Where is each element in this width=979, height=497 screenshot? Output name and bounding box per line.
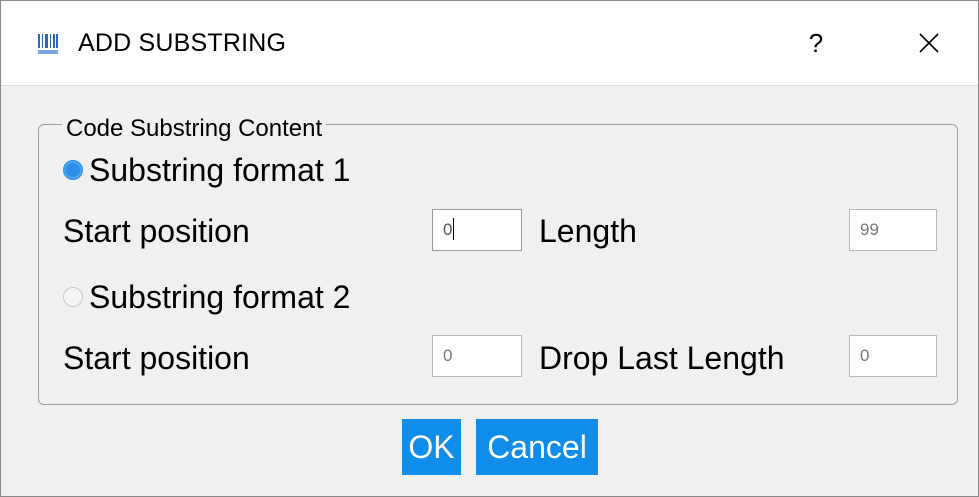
dialog-title: ADD SUBSTRING bbox=[78, 29, 287, 57]
close-button[interactable] bbox=[899, 17, 959, 69]
length-label: Length bbox=[539, 213, 637, 249]
length-input[interactable]: 99 bbox=[849, 209, 937, 251]
start-position-label-2: Start position bbox=[63, 340, 250, 376]
start-position-input-1[interactable]: 0 bbox=[432, 209, 522, 251]
text-caret bbox=[453, 218, 455, 241]
barcode-icon bbox=[37, 33, 59, 55]
length-value: 99 bbox=[860, 220, 879, 239]
radio-selected-icon bbox=[63, 160, 83, 180]
radio-label-format-1: Substring format 1 bbox=[89, 152, 351, 188]
help-button[interactable]: ? bbox=[788, 17, 844, 69]
radio-substring-format-2[interactable]: Substring format 2 bbox=[63, 279, 350, 315]
title-bar: ADD SUBSTRING ? bbox=[1, 1, 978, 86]
drop-last-length-label: Drop Last Length bbox=[539, 340, 785, 376]
radio-unselected-icon bbox=[63, 287, 83, 307]
start-position-value-2: 0 bbox=[443, 346, 453, 365]
groupbox-title: Code Substring Content bbox=[62, 115, 327, 143]
start-position-label-1: Start position bbox=[63, 213, 250, 249]
radio-substring-format-1[interactable]: Substring format 1 bbox=[63, 152, 350, 188]
close-icon bbox=[919, 33, 939, 53]
drop-last-length-value: 0 bbox=[860, 346, 870, 365]
drop-last-length-input[interactable]: 0 bbox=[849, 335, 937, 377]
start-position-input-2[interactable]: 0 bbox=[432, 335, 522, 377]
add-substring-dialog: ADD SUBSTRING ? Code Substring Content S… bbox=[0, 0, 979, 497]
ok-button[interactable]: OK bbox=[402, 419, 461, 475]
radio-label-format-2: Substring format 2 bbox=[89, 279, 351, 315]
cancel-button[interactable]: Cancel bbox=[476, 419, 598, 475]
start-position-value-1: 0 bbox=[443, 220, 453, 239]
